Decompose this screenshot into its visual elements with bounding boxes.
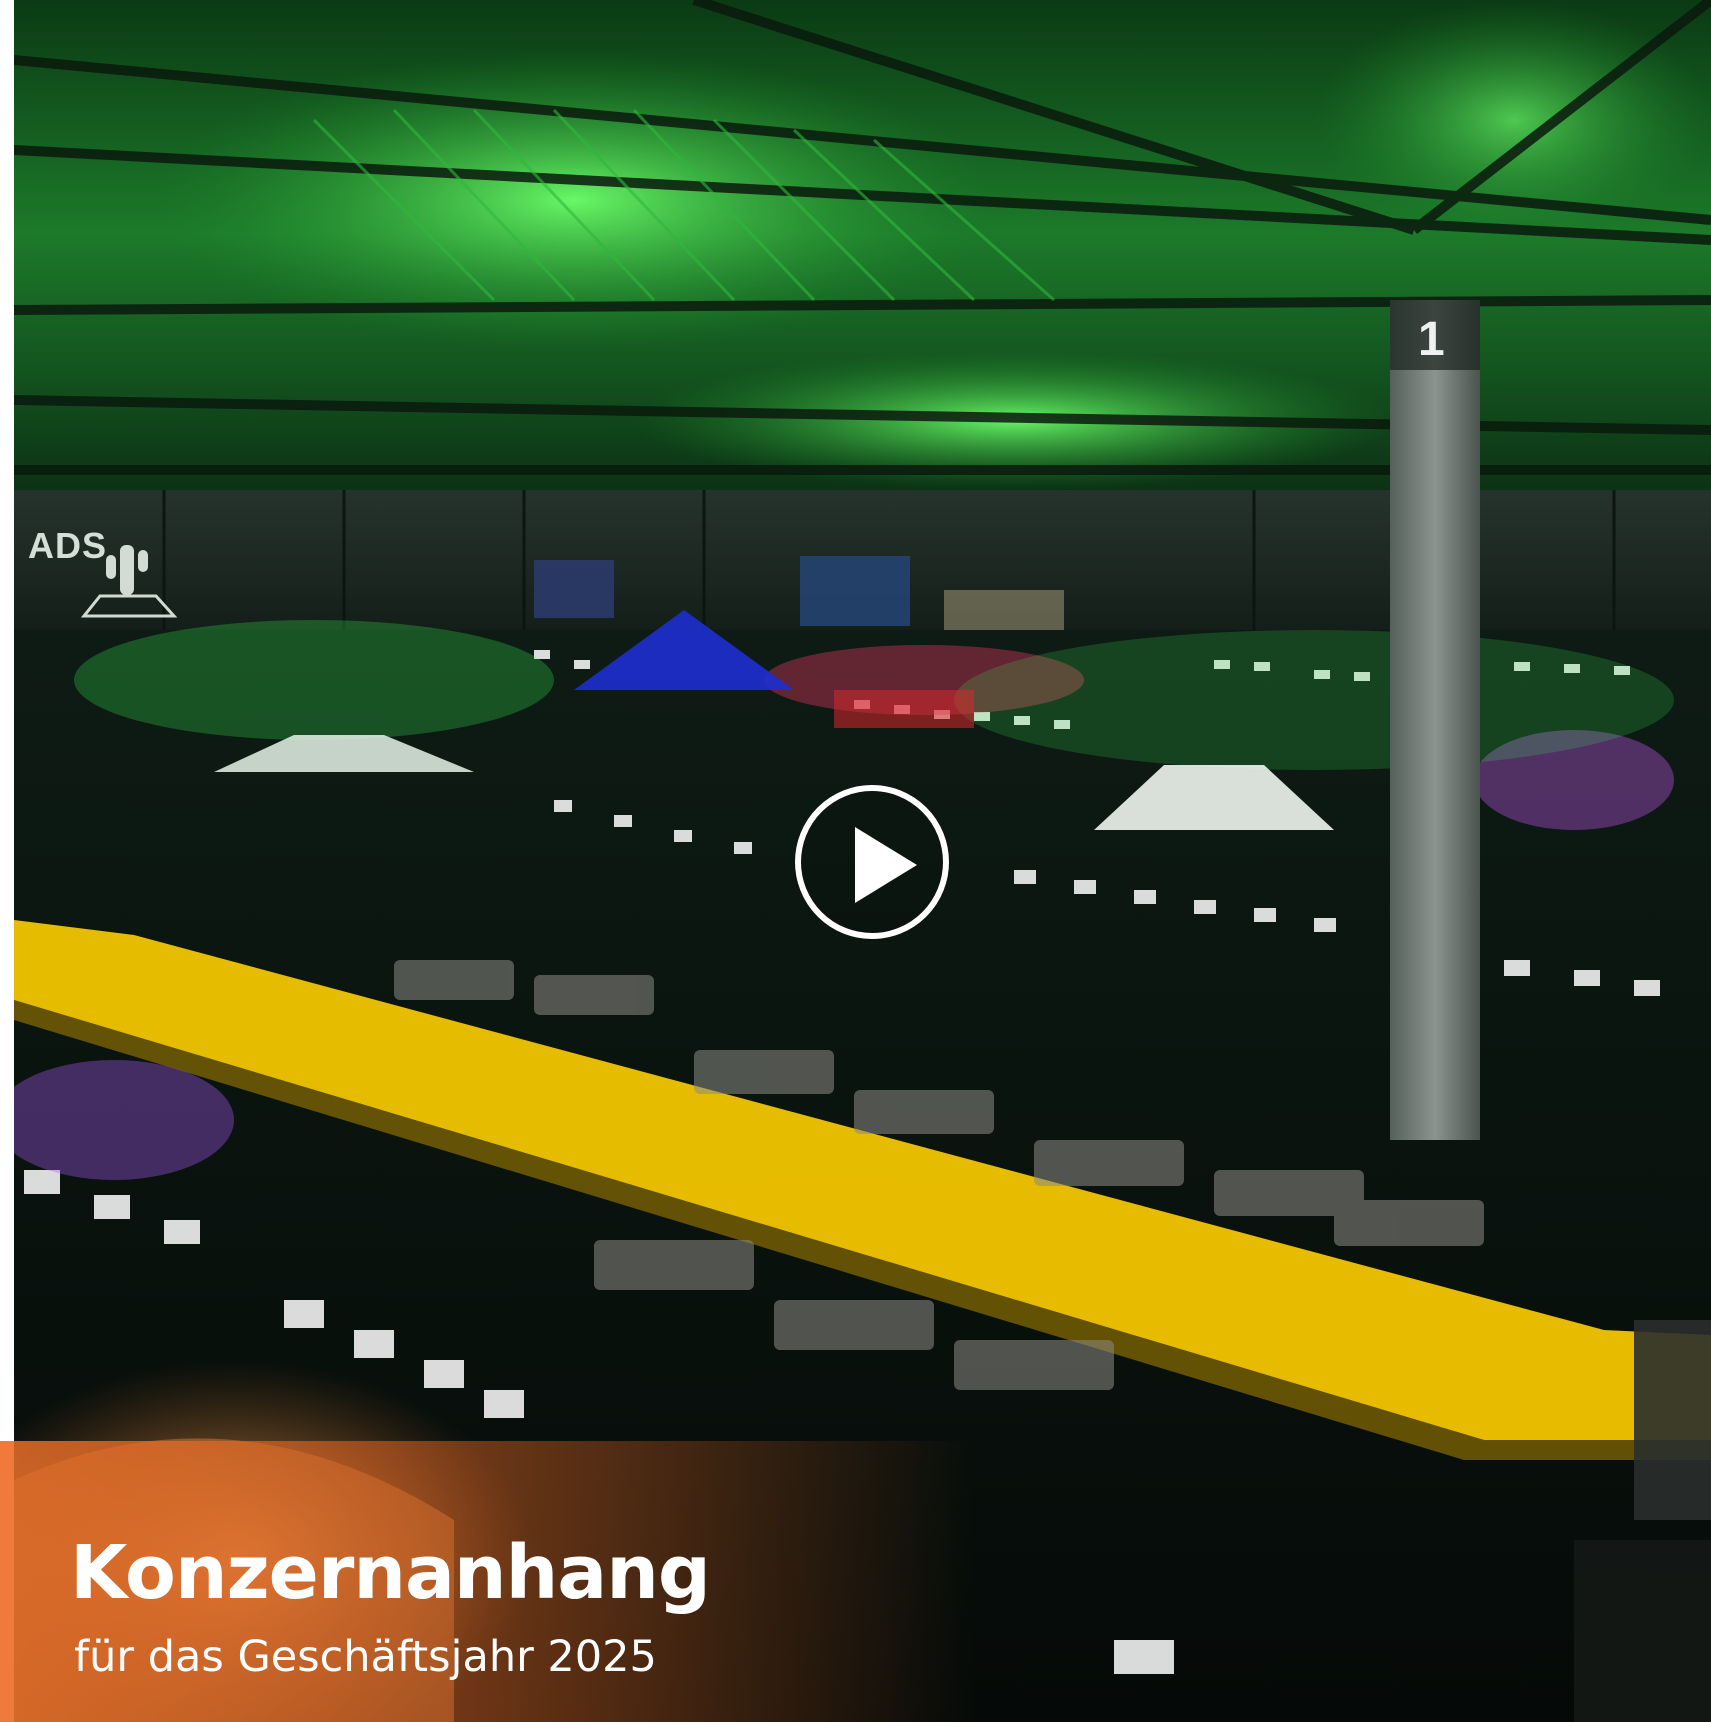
accent-strip [0, 1441, 14, 1722]
video-play-button[interactable] [795, 785, 949, 939]
document-subtitle: für das Geschäftsjahr 2025 [74, 1632, 657, 1682]
cover-page: ADS 1 Konzernanhang für das Geschäftsjah… [0, 0, 1711, 1722]
pillar-number-label: 1 [1418, 313, 1445, 366]
wall-sign-text: ADS [28, 525, 108, 566]
play-icon [855, 827, 917, 903]
document-title: Konzernanhang [70, 1530, 711, 1616]
